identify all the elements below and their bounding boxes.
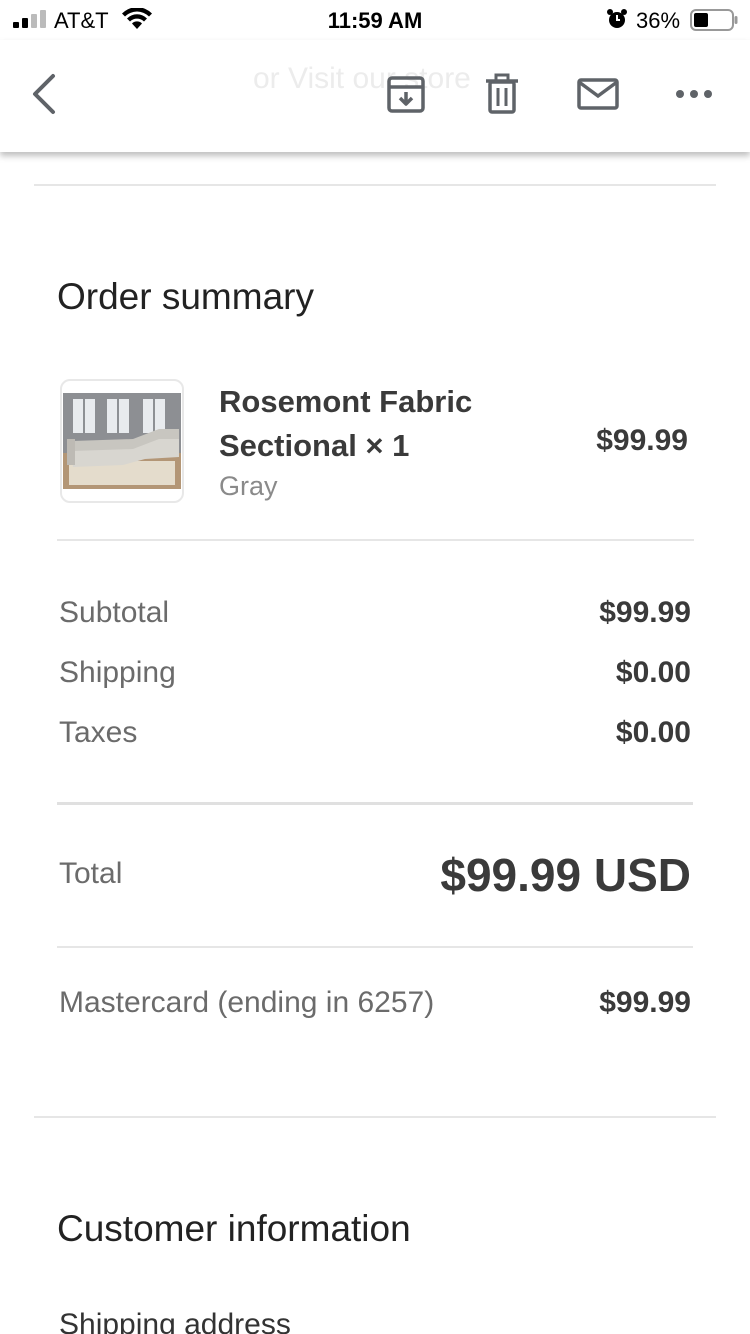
total-value: $99.99 USD: [440, 849, 691, 901]
subtotal-value: $99.99: [599, 596, 691, 629]
battery-icon: [690, 9, 738, 31]
section-divider: [34, 184, 716, 186]
taxes-label: Taxes: [59, 716, 138, 749]
taxes-value: $0.00: [615, 716, 691, 749]
item-divider: [57, 539, 694, 541]
more-icon: [676, 90, 712, 98]
delete-button[interactable]: [480, 72, 524, 116]
payment-divider: [57, 946, 693, 948]
shipping-label: Shipping: [59, 656, 176, 689]
mail-icon: [577, 78, 619, 110]
order-summary-title: Order summary: [57, 276, 314, 317]
totals-divider: [57, 802, 693, 805]
sofa-image: [63, 393, 181, 489]
shipping-value: $0.00: [615, 656, 691, 689]
shipping-address-label: Shipping address: [59, 1308, 291, 1334]
product-variant: Gray: [219, 471, 278, 501]
payment-amount: $99.99: [599, 986, 691, 1019]
trash-icon: [486, 73, 518, 114]
customer-information-title: Customer information: [57, 1208, 411, 1249]
battery-percentage: 36%: [636, 8, 681, 33]
payment-method-label: Mastercard (ending in 6257): [59, 986, 435, 1019]
total-label: Total: [59, 857, 123, 890]
back-arrow-icon: [33, 74, 55, 114]
subtotal-label: Subtotal: [59, 596, 170, 629]
status-bar: AT&T 11:59 AM 36%: [0, 0, 750, 40]
email-toolbar: or Visit our store: [0, 40, 750, 152]
alarm-icon: [607, 9, 627, 28]
product-name: Rosemont Fabric Sectional × 1: [219, 384, 473, 463]
archive-icon: [387, 76, 425, 113]
mark-unread-button[interactable]: [576, 72, 620, 116]
archive-button[interactable]: [384, 72, 428, 116]
more-options-button[interactable]: [672, 72, 716, 116]
order-email-screen: AT&T 11:59 AM 36% or Visit our store Ord…: [0, 0, 750, 1334]
product-price: $99.99: [596, 424, 688, 457]
product-thumbnail[interactable]: [60, 379, 184, 503]
back-button[interactable]: [22, 72, 66, 116]
section-divider: [34, 1116, 716, 1118]
scrolled-under-text: or Visit our store: [253, 62, 471, 95]
